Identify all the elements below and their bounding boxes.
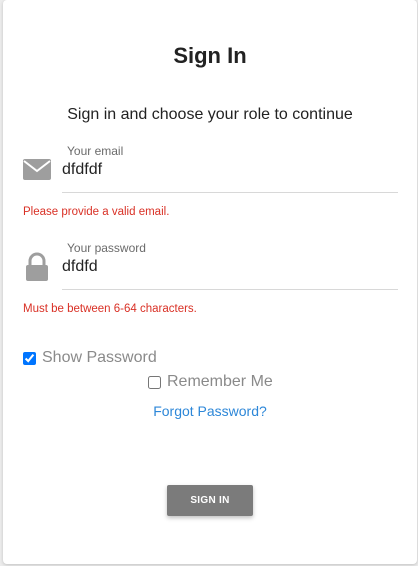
- lock-icon: [26, 252, 48, 281]
- envelope-icon: [23, 159, 51, 180]
- forgot-password-link[interactable]: Forgot Password?: [3, 403, 417, 419]
- show-password-label: Show Password: [42, 349, 157, 366]
- page-subtitle: Sign in and choose your role to continue: [67, 106, 353, 123]
- password-input[interactable]: [62, 258, 392, 276]
- email-label: Your email: [67, 144, 124, 158]
- show-password-option[interactable]: Show Password: [23, 349, 157, 367]
- email-error-message: Please provide a valid email.: [23, 206, 170, 218]
- signin-card: Sign In Sign in and choose your role to …: [3, 0, 417, 564]
- remember-me-option[interactable]: Remember Me: [148, 373, 273, 391]
- remember-me-label: Remember Me: [167, 373, 273, 390]
- email-field: Your email: [62, 144, 398, 193]
- signin-button[interactable]: SIGN IN: [167, 485, 253, 516]
- page-title: Sign In: [173, 43, 247, 68]
- password-label: Your password: [67, 241, 146, 255]
- remember-me-checkbox[interactable]: [148, 375, 161, 389]
- password-field: Your password: [62, 241, 398, 290]
- email-input[interactable]: [62, 161, 392, 179]
- show-password-checkbox[interactable]: [23, 351, 36, 365]
- password-error-message: Must be between 6-64 characters.: [23, 303, 197, 315]
